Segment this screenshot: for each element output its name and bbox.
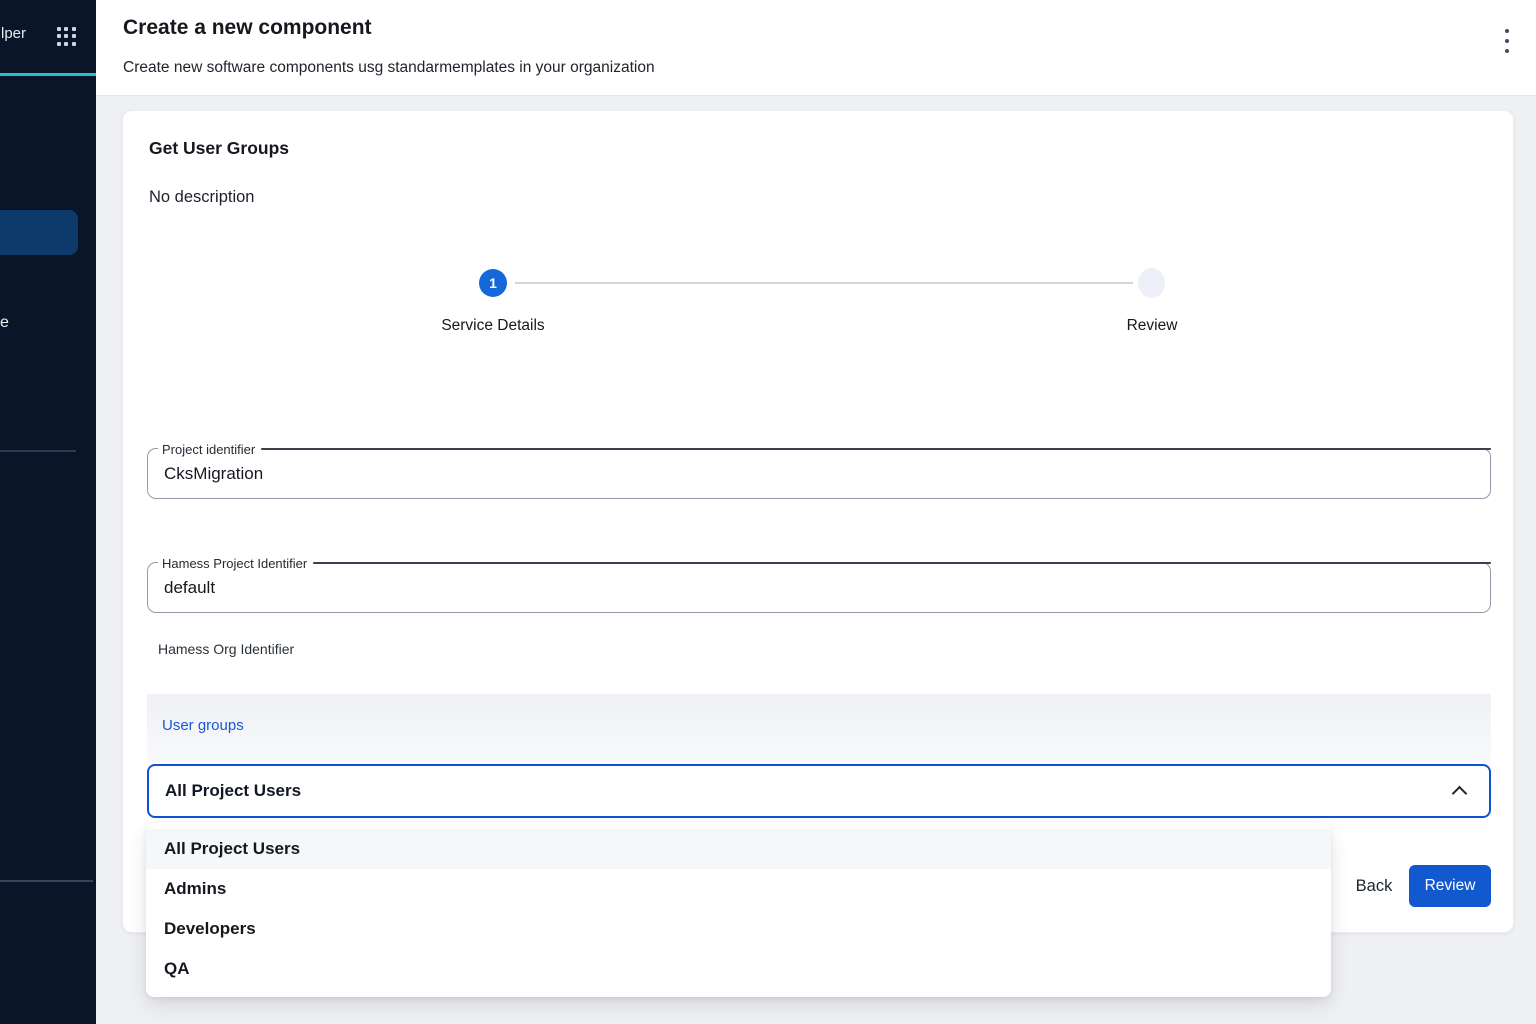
app-window: lper e Create a new component Create new… bbox=[0, 0, 1536, 1024]
kebab-menu-icon[interactable] bbox=[1499, 29, 1515, 53]
stepper-step-2-label: Review bbox=[1042, 317, 1262, 335]
brand-text-fragment: lper bbox=[1, 25, 26, 42]
dropdown-option-all-project-users[interactable]: All Project Users bbox=[146, 829, 1331, 869]
sidebar-item-label-fragment[interactable]: e bbox=[0, 314, 9, 332]
dropdown-option-developers[interactable]: Developers bbox=[146, 909, 1331, 949]
template-form-card: Get User Groups No description 1 Service… bbox=[122, 110, 1514, 933]
review-button[interactable]: Review bbox=[1409, 865, 1491, 907]
template-description: No description bbox=[149, 188, 254, 207]
chevron-up-icon bbox=[1452, 786, 1468, 802]
template-title: Get User Groups bbox=[149, 138, 289, 159]
dropdown-option-admins[interactable]: Admins bbox=[146, 869, 1331, 909]
user-groups-section bbox=[147, 694, 1491, 762]
sidebar-divider bbox=[0, 450, 76, 452]
user-groups-link[interactable]: User groups bbox=[162, 717, 244, 734]
sidebar-item-selected[interactable] bbox=[0, 210, 78, 255]
user-groups-select-value: All Project Users bbox=[165, 766, 301, 816]
user-groups-dropdown-menu: All Project Users Admins Developers QA bbox=[146, 823, 1331, 997]
harness-project-identifier-input[interactable] bbox=[148, 563, 1490, 612]
sidebar-divider bbox=[0, 880, 93, 882]
page-header: Create a new component Create new softwa… bbox=[96, 0, 1536, 96]
stepper-step-2-circle bbox=[1138, 268, 1165, 298]
sidebar: lper e bbox=[0, 0, 96, 1024]
user-groups-select[interactable]: All Project Users bbox=[147, 764, 1491, 818]
project-identifier-field: Project identifier bbox=[147, 448, 1491, 499]
page-title: Create a new component bbox=[123, 16, 372, 40]
stepper-step-1-circle: 1 bbox=[479, 269, 507, 297]
harness-project-identifier-field: Hamess Project Identifier bbox=[147, 562, 1491, 613]
harness-org-identifier-label: Hamess Org Identifier bbox=[158, 641, 294, 657]
back-button[interactable]: Back bbox=[1338, 865, 1410, 907]
stepper-step-1-label: Service Details bbox=[383, 317, 603, 335]
dropdown-option-qa[interactable]: QA bbox=[146, 949, 1331, 989]
sidebar-accent-line bbox=[0, 73, 96, 76]
project-identifier-input[interactable] bbox=[148, 449, 1490, 498]
apps-grid-icon[interactable] bbox=[57, 27, 77, 47]
page-subtitle: Create new software components usg stand… bbox=[123, 59, 655, 77]
stepper-connector-line bbox=[515, 282, 1133, 284]
